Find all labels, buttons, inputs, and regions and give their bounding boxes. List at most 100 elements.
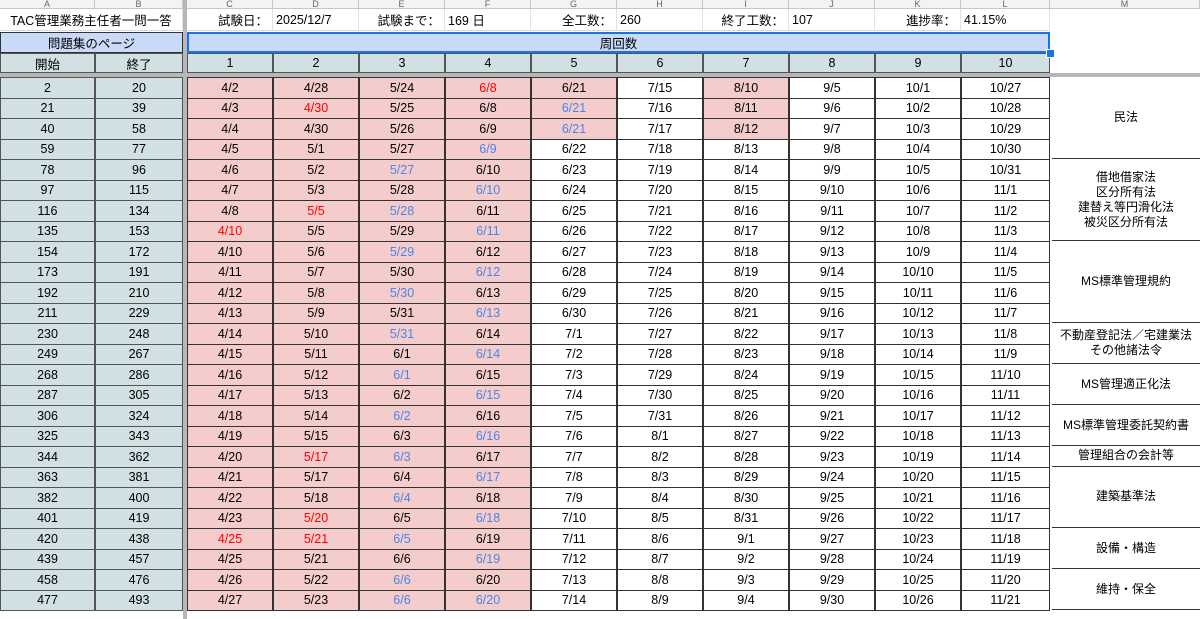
end-page-cell[interactable]: 362 (95, 446, 183, 468)
start-page-cell[interactable]: 2 (0, 77, 95, 99)
round-date-cell[interactable]: 8/11 (703, 97, 789, 119)
round-date-cell[interactable]: 7/8 (531, 466, 617, 488)
start-page-cell[interactable]: 230 (0, 323, 95, 345)
column-letter-d[interactable]: D (273, 0, 359, 9)
frozen-row-divider[interactable] (0, 73, 1200, 77)
round-date-cell[interactable]: 7/29 (617, 364, 703, 386)
round-date-cell[interactable]: 4/16 (187, 364, 273, 386)
round-date-cell[interactable]: 9/9 (789, 159, 875, 181)
end-page-cell[interactable]: 286 (95, 364, 183, 386)
start-page-cell[interactable]: 211 (0, 302, 95, 324)
round-date-cell[interactable]: 11/3 (961, 220, 1050, 242)
round-date-cell[interactable]: 4/10 (187, 220, 273, 242)
round-date-cell[interactable]: 5/30 (359, 282, 445, 304)
round-date-cell[interactable]: 6/19 (445, 528, 531, 550)
round-date-cell[interactable]: 9/7 (789, 118, 875, 140)
column-letter-b[interactable]: B (95, 0, 183, 9)
end-page-cell[interactable]: 191 (95, 261, 183, 283)
round-date-cell[interactable]: 6/23 (531, 159, 617, 181)
start-page-cell[interactable]: 344 (0, 446, 95, 468)
category-label[interactable]: 民法 (1052, 77, 1200, 159)
round-date-cell[interactable]: 10/3 (875, 118, 961, 140)
end-page-cell[interactable]: 381 (95, 466, 183, 488)
round-date-cell[interactable]: 11/14 (961, 446, 1050, 468)
round-date-cell[interactable]: 9/8 (789, 138, 875, 160)
end-page-cell[interactable]: 248 (95, 323, 183, 345)
round-date-cell[interactable]: 7/1 (531, 323, 617, 345)
round-date-cell[interactable]: 11/16 (961, 487, 1050, 509)
round-date-cell[interactable]: 8/25 (703, 384, 789, 406)
start-page-cell[interactable]: 21 (0, 97, 95, 119)
column-letter-i[interactable]: I (703, 0, 789, 9)
round-date-cell[interactable]: 5/31 (359, 302, 445, 324)
round-date-cell[interactable]: 7/14 (531, 589, 617, 611)
round-header-7[interactable]: 7 (703, 53, 789, 73)
round-date-cell[interactable]: 5/31 (359, 323, 445, 345)
round-header-5[interactable]: 5 (531, 53, 617, 73)
round-date-cell[interactable]: 4/18 (187, 405, 273, 427)
start-page-cell[interactable]: 78 (0, 159, 95, 181)
column-letter-a[interactable]: A (0, 0, 95, 9)
start-page-cell[interactable]: 477 (0, 589, 95, 611)
round-date-cell[interactable]: 10/5 (875, 159, 961, 181)
round-date-cell[interactable]: 11/1 (961, 179, 1050, 201)
round-date-cell[interactable]: 7/31 (617, 405, 703, 427)
start-page-cell[interactable]: 249 (0, 343, 95, 365)
end-page-cell[interactable]: 267 (95, 343, 183, 365)
round-date-cell[interactable]: 10/6 (875, 179, 961, 201)
round-date-cell[interactable]: 10/11 (875, 282, 961, 304)
round-date-cell[interactable]: 5/2 (273, 159, 359, 181)
round-date-cell[interactable]: 8/26 (703, 405, 789, 427)
round-date-cell[interactable]: 4/14 (187, 323, 273, 345)
round-date-cell[interactable]: 8/13 (703, 138, 789, 160)
round-date-cell[interactable]: 10/8 (875, 220, 961, 242)
round-date-cell[interactable]: 6/14 (445, 323, 531, 345)
start-page-cell[interactable]: 287 (0, 384, 95, 406)
category-label[interactable]: 設備・構造 (1052, 528, 1200, 569)
round-date-cell[interactable]: 11/6 (961, 282, 1050, 304)
category-label[interactable]: MS管理適正化法 (1052, 364, 1200, 405)
round-date-cell[interactable]: 10/26 (875, 589, 961, 611)
round-date-cell[interactable]: 9/4 (703, 589, 789, 611)
round-date-cell[interactable]: 4/15 (187, 343, 273, 365)
category-label[interactable]: 維持・保全 (1052, 569, 1200, 610)
round-date-cell[interactable]: 11/12 (961, 405, 1050, 427)
round-date-cell[interactable]: 10/16 (875, 384, 961, 406)
category-label[interactable]: MS標準管理委託契約書 (1052, 405, 1200, 446)
round-date-cell[interactable]: 7/10 (531, 507, 617, 529)
round-date-cell[interactable]: 8/5 (617, 507, 703, 529)
start-page-cell[interactable]: 268 (0, 364, 95, 386)
round-date-cell[interactable]: 6/14 (445, 343, 531, 365)
round-date-cell[interactable]: 4/5 (187, 138, 273, 160)
round-date-cell[interactable]: 11/10 (961, 364, 1050, 386)
done-value[interactable]: 107 (789, 9, 875, 31)
round-date-cell[interactable]: 6/26 (531, 220, 617, 242)
frozen-column-divider[interactable] (183, 0, 187, 619)
round-date-cell[interactable]: 5/23 (273, 589, 359, 611)
round-date-cell[interactable]: 4/4 (187, 118, 273, 140)
round-date-cell[interactable]: 8/21 (703, 302, 789, 324)
days-left-value[interactable]: 169 日 (445, 9, 531, 31)
round-date-cell[interactable]: 9/28 (789, 548, 875, 570)
round-date-cell[interactable]: 10/2 (875, 97, 961, 119)
end-page-cell[interactable]: 438 (95, 528, 183, 550)
round-date-cell[interactable]: 8/10 (703, 77, 789, 99)
round-date-cell[interactable]: 4/22 (187, 487, 273, 509)
category-label[interactable]: 管理組合の会計等 (1052, 446, 1200, 467)
round-date-cell[interactable]: 7/22 (617, 220, 703, 242)
round-date-cell[interactable]: 6/21 (531, 97, 617, 119)
round-date-cell[interactable]: 10/24 (875, 548, 961, 570)
round-date-cell[interactable]: 6/20 (445, 569, 531, 591)
category-label[interactable]: 不動産登記法／宅建業法 その他諸法令 (1052, 323, 1200, 364)
end-page-cell[interactable]: 172 (95, 241, 183, 263)
round-date-cell[interactable]: 6/6 (359, 589, 445, 611)
round-date-cell[interactable]: 7/15 (617, 77, 703, 99)
start-page-cell[interactable]: 59 (0, 138, 95, 160)
round-date-cell[interactable]: 10/12 (875, 302, 961, 324)
round-date-cell[interactable]: 8/23 (703, 343, 789, 365)
round-date-cell[interactable]: 6/18 (445, 487, 531, 509)
round-date-cell[interactable]: 4/10 (187, 241, 273, 263)
round-date-cell[interactable]: 6/4 (359, 466, 445, 488)
spreadsheet[interactable]: ABCDEFGHIJKLM TAC管理業務主任者一問一答 試験日： 2025/1… (0, 0, 1200, 619)
round-date-cell[interactable]: 9/13 (789, 241, 875, 263)
